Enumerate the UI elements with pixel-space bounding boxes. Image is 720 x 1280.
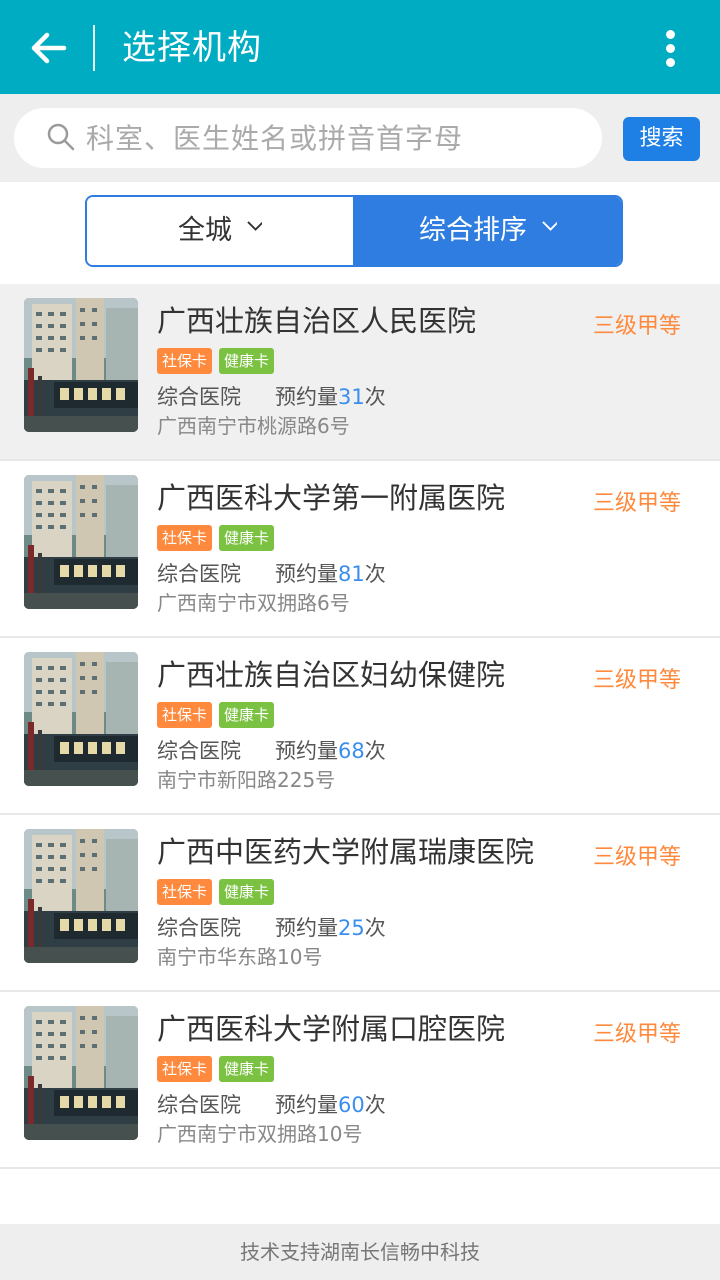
card-tags: 社保卡 健康卡 — [157, 348, 281, 374]
hospital-meta: 综合医院 预约量25次 — [157, 912, 386, 942]
social-card-tag: 社保卡 — [157, 702, 213, 728]
appointment-count: 60 — [338, 1093, 365, 1117]
hospital-row[interactable]: 广西壮族自治区妇幼保健院 三级甲等 社保卡 健康卡 综合医院 预约量68次 南宁市新… — [0, 638, 720, 815]
footer-credit: 技术支持湖南长信畅中科技 — [0, 1224, 720, 1280]
hospital-address: 南宁市新阳路225号 — [157, 768, 336, 792]
health-card-tag: 健康卡 — [219, 1056, 275, 1082]
card-tags: 社保卡 健康卡 — [157, 879, 281, 905]
hospital-row[interactable]: 广西医科大学第一附属医院 三级甲等 社保卡 健康卡 综合医院 预约量81次 广西南宁… — [0, 461, 720, 638]
hospital-level: 三级甲等 — [593, 845, 682, 870]
hospital-category: 综合医院 — [157, 385, 241, 409]
card-tags: 社保卡 健康卡 — [157, 525, 281, 551]
hospital-photo — [24, 1006, 138, 1140]
appointment-count: 81 — [338, 562, 365, 586]
hospital-category: 综合医院 — [157, 739, 241, 763]
hospital-category: 综合医院 — [157, 916, 241, 940]
hospital-meta: 综合医院 预约量81次 — [157, 558, 386, 588]
area-filter-label: 全城 — [178, 215, 232, 246]
search-input[interactable] — [86, 108, 586, 168]
hospital-meta: 综合医院 预约量60次 — [157, 1089, 386, 1119]
social-card-tag: 社保卡 — [157, 348, 213, 374]
appointment-count-suffix: 次 — [364, 739, 386, 763]
hospital-name: 广西壮族自治区妇幼保健院 — [157, 658, 506, 692]
header-divider — [93, 25, 95, 71]
chevron-down-icon — [542, 220, 557, 231]
social-card-tag: 社保卡 — [157, 879, 213, 905]
appointment-count: 31 — [338, 385, 365, 409]
social-card-tag: 社保卡 — [157, 525, 213, 551]
hospital-meta: 综合医院 预约量31次 — [157, 381, 386, 411]
hospital-address: 广西南宁市双拥路10号 — [157, 1122, 363, 1146]
hospital-row[interactable]: 广西壮族自治区人民医院 三级甲等 社保卡 健康卡 综合医院 预约量31次 广西南宁市… — [0, 284, 720, 461]
health-card-tag: 健康卡 — [219, 348, 275, 374]
appointment-count-prefix: 预约量 — [275, 1093, 338, 1117]
hospital-list: 广西壮族自治区人民医院 三级甲等 社保卡 健康卡 综合医院 预约量31次 广西南宁市… — [0, 284, 720, 1169]
health-card-tag: 健康卡 — [219, 525, 275, 551]
hospital-level: 三级甲等 — [593, 491, 682, 516]
search-icon — [47, 123, 75, 151]
hospital-meta: 综合医院 预约量68次 — [157, 735, 386, 765]
hospital-address: 南宁市华东路10号 — [157, 945, 323, 969]
health-card-tag: 健康卡 — [219, 702, 275, 728]
page-title: 选择机构 — [122, 28, 262, 68]
hospital-level: 三级甲等 — [593, 668, 682, 693]
hospital-photo — [24, 829, 138, 963]
appointment-count-suffix: 次 — [364, 1093, 386, 1117]
social-card-tag: 社保卡 — [157, 1056, 213, 1082]
hospital-row[interactable]: 广西医科大学附属口腔医院 三级甲等 社保卡 健康卡 综合医院 预约量60次 广西南宁… — [0, 992, 720, 1169]
search-box[interactable] — [14, 108, 602, 168]
chevron-down-icon — [247, 220, 262, 231]
card-tags: 社保卡 健康卡 — [157, 702, 281, 728]
appointment-count-suffix: 次 — [364, 562, 386, 586]
hospital-address: 广西南宁市双拥路6号 — [157, 591, 350, 615]
appointment-count-prefix: 预约量 — [275, 916, 338, 940]
appointment-count-prefix: 预约量 — [275, 562, 338, 586]
sort-filter-label: 综合排序 — [419, 215, 527, 246]
hospital-name: 广西壮族自治区人民医院 — [157, 304, 477, 338]
card-tags: 社保卡 健康卡 — [157, 1056, 281, 1082]
appointment-count-suffix: 次 — [364, 916, 386, 940]
filter-segment: 全城 综合排序 — [85, 195, 623, 267]
sort-filter-tab[interactable]: 综合排序 — [353, 197, 621, 265]
hospital-photo — [24, 298, 138, 432]
hospital-photo — [24, 475, 138, 609]
appointment-count: 68 — [338, 739, 365, 763]
search-button[interactable]: 搜索 — [623, 117, 700, 161]
hospital-level: 三级甲等 — [593, 314, 682, 339]
appointment-count-prefix: 预约量 — [275, 739, 338, 763]
area-filter-tab[interactable]: 全城 — [87, 197, 353, 265]
hospital-name: 广西医科大学第一附属医院 — [157, 481, 506, 515]
back-button[interactable] — [24, 24, 74, 72]
appointment-count-prefix: 预约量 — [275, 385, 338, 409]
hospital-address: 广西南宁市桃源路6号 — [157, 414, 350, 438]
appointment-count: 25 — [338, 916, 365, 940]
arrow-left-icon — [31, 32, 67, 64]
hospital-photo — [24, 652, 138, 786]
health-card-tag: 健康卡 — [219, 879, 275, 905]
hospital-name: 广西医科大学附属口腔医院 — [157, 1012, 506, 1046]
appointment-count-suffix: 次 — [364, 385, 386, 409]
hospital-row[interactable]: 广西中医药大学附属瑞康医院 三级甲等 社保卡 健康卡 综合医院 预约量25次 南宁市… — [0, 815, 720, 992]
search-bar: 搜索 — [0, 94, 720, 182]
hospital-name: 广西中医药大学附属瑞康医院 — [157, 835, 535, 869]
app-header: 选择机构 — [0, 0, 720, 94]
hospital-category: 综合医院 — [157, 562, 241, 586]
filter-bar: 全城 综合排序 — [0, 182, 720, 284]
hospital-category: 综合医院 — [157, 1093, 241, 1117]
hospital-level: 三级甲等 — [593, 1022, 682, 1047]
more-options-button[interactable] — [656, 26, 686, 70]
